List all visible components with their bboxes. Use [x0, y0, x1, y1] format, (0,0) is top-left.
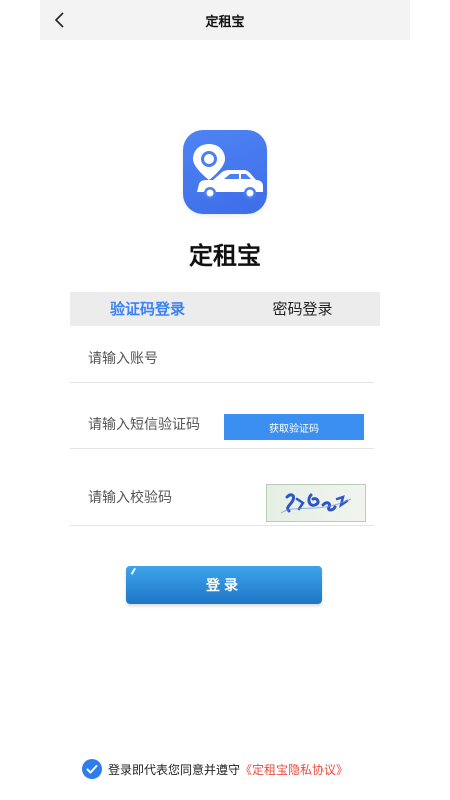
button-highlight — [130, 567, 141, 578]
tab-sms-login[interactable]: 验证码登录 — [70, 292, 225, 326]
app-name: 定租宝 — [189, 242, 261, 270]
tab-password-login[interactable]: 密码登录 — [225, 292, 380, 326]
get-code-button[interactable]: 获取验证码 — [224, 414, 364, 440]
account-field-row — [70, 342, 374, 383]
login-button[interactable]: 登录 — [126, 566, 322, 604]
sms-field-row: 获取验证码 — [70, 408, 374, 449]
account-input[interactable] — [86, 350, 250, 368]
captcha-input[interactable] — [86, 489, 250, 507]
privacy-policy-link[interactable]: 《定租宝隐私协议》 — [240, 763, 348, 777]
agreement-text-wrap: 登录即代表您同意并遵守《定租宝隐私协议》 — [108, 761, 348, 778]
agreement-text: 登录即代表您同意并遵守 — [108, 763, 241, 777]
captcha-field-row — [70, 475, 374, 526]
login-tabs: 验证码登录 密码登录 — [70, 292, 380, 326]
captcha-image[interactable] — [266, 484, 366, 522]
top-bar: 定租宝 — [40, 0, 410, 40]
page-title: 定租宝 — [205, 15, 245, 30]
agreement-row: 登录即代表您同意并遵守《定租宝隐私协议》 — [82, 759, 382, 779]
login-button-label: 登录 — [206, 578, 242, 594]
app-logo-icon — [183, 130, 267, 214]
check-icon[interactable] — [82, 759, 102, 779]
